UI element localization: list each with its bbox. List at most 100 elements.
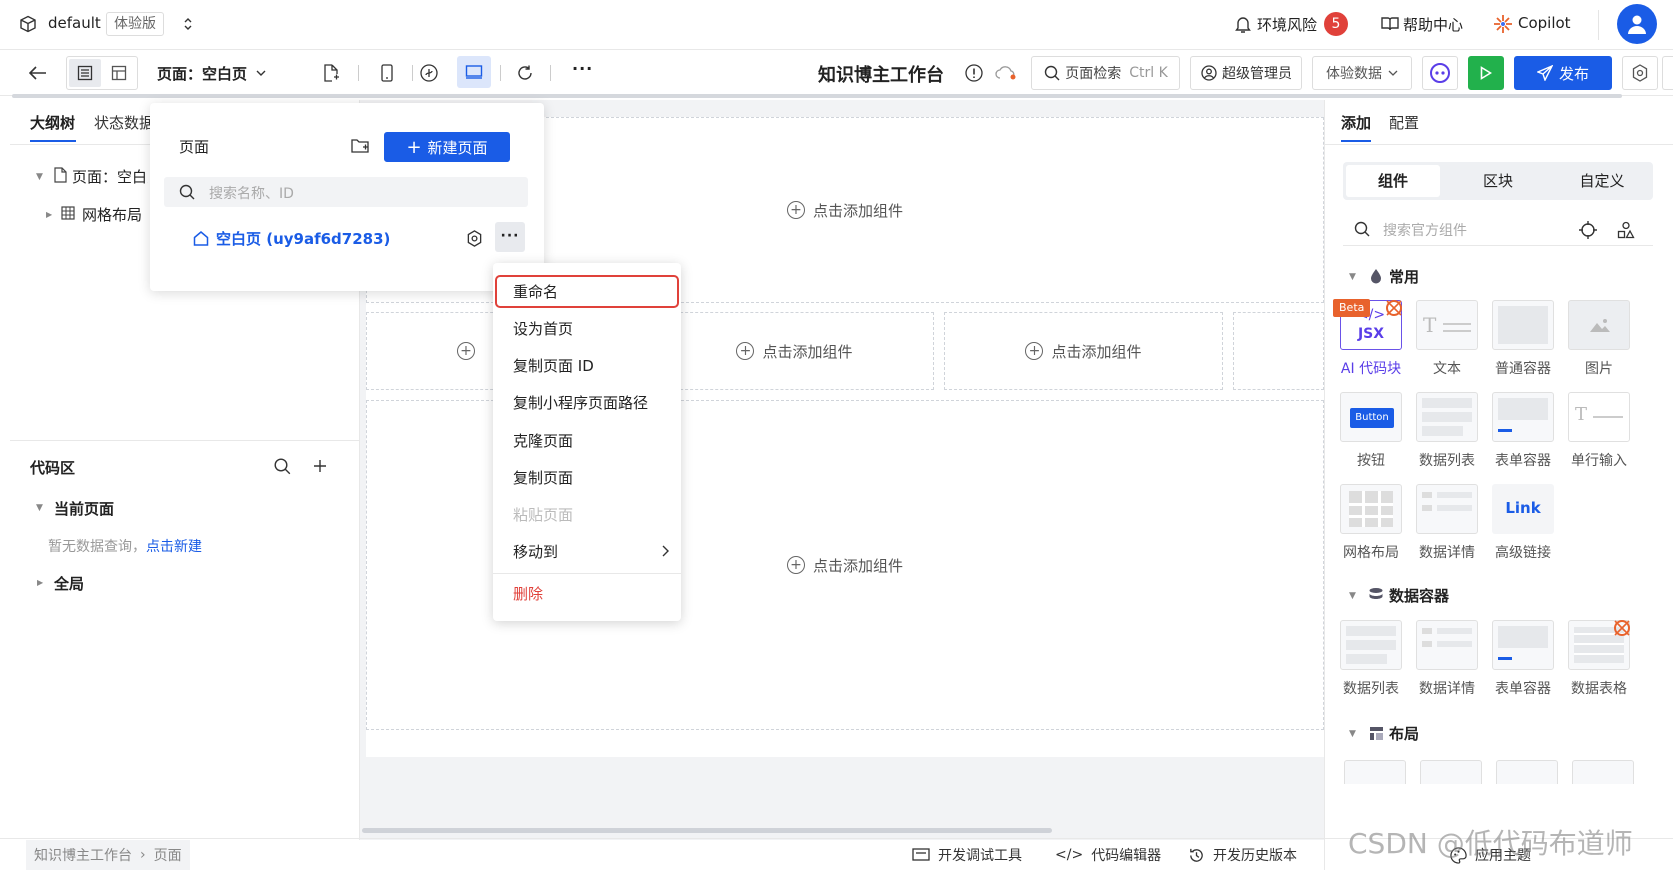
help-center-link[interactable]: 帮助中心	[1403, 14, 1463, 35]
caret-right-icon[interactable]: ▶	[46, 210, 52, 219]
settings-button[interactable]	[1622, 56, 1658, 90]
component-grid-layout[interactable]: 网格布局	[1339, 484, 1403, 562]
code-editor-button[interactable]: </> 代码编辑器	[1055, 840, 1161, 870]
copilot-link[interactable]: Copilot	[1518, 14, 1571, 32]
overflow-button[interactable]	[1662, 56, 1673, 90]
tab-outline-tree[interactable]: 大纲树	[30, 112, 75, 133]
component-data-list[interactable]: 数据列表	[1339, 620, 1403, 698]
app-name[interactable]: default	[48, 14, 101, 32]
segment-components[interactable]: 组件	[1346, 165, 1440, 197]
new-page-button[interactable]: + 新建页面	[384, 132, 510, 162]
component-container[interactable]: 普通容器	[1491, 300, 1555, 378]
menu-copy-miniprogram-path[interactable]: 复制小程序页面路径	[493, 384, 681, 420]
back-arrow-icon[interactable]	[26, 62, 50, 84]
add-icon[interactable]	[310, 456, 330, 476]
component-data-detail[interactable]: 数据详情	[1415, 484, 1479, 562]
breadcrumb-app[interactable]: 知识博主工作台	[34, 845, 132, 865]
info-icon[interactable]	[964, 63, 984, 83]
user-avatar[interactable]	[1617, 4, 1657, 44]
menu-delete[interactable]: 删除	[493, 575, 681, 611]
layout-preview[interactable]	[1344, 760, 1406, 784]
menu-rename[interactable]: 重命名	[493, 273, 681, 309]
component-search-input[interactable]: 搜索官方组件	[1343, 212, 1653, 246]
page-search-input[interactable]: 搜索名称、ID	[164, 177, 528, 207]
component-form-container[interactable]: 表单容器	[1491, 392, 1555, 470]
component-text[interactable]: T 文本	[1415, 300, 1479, 378]
admin-role-button[interactable]: 超级管理员	[1190, 56, 1302, 90]
page-more-button[interactable]: ···	[495, 222, 525, 252]
ai-assistant-button[interactable]	[1422, 56, 1458, 90]
component-label: 高级链接	[1495, 545, 1551, 561]
tab-add[interactable]: 添加	[1341, 112, 1371, 133]
menu-clone-page[interactable]: 克隆页面	[493, 422, 681, 458]
caret-right-icon[interactable]: ▶	[37, 578, 43, 587]
divider	[1324, 840, 1325, 870]
menu-paste-page[interactable]: 粘贴页面	[493, 496, 681, 532]
breadcrumb-page[interactable]: 页面	[154, 845, 182, 865]
component-data-detail[interactable]: 数据详情	[1415, 620, 1479, 698]
grid-icon	[60, 204, 76, 222]
caret-down-icon[interactable]: ▼	[1349, 591, 1356, 601]
caret-down-icon[interactable]: ▼	[36, 503, 43, 513]
menu-copy-page[interactable]: 复制页面	[493, 459, 681, 495]
canvas-scrollbar[interactable]	[362, 828, 1052, 833]
refresh-icon[interactable]	[514, 62, 536, 84]
plus-circle-icon: +	[1025, 342, 1044, 360]
mobile-view-icon[interactable]	[376, 62, 398, 84]
detail-preview	[1416, 484, 1478, 534]
bell-icon[interactable]	[1233, 13, 1253, 35]
component-data-list[interactable]: 数据列表	[1415, 392, 1479, 470]
segment-custom[interactable]: 自定义	[1555, 165, 1649, 197]
menu-move-to[interactable]: 移动到	[493, 533, 681, 569]
tab-config[interactable]: 配置	[1389, 112, 1419, 133]
component-text-input[interactable]: T 单行输入	[1567, 392, 1631, 470]
switch-app-icon[interactable]	[180, 14, 196, 34]
new-file-icon[interactable]	[320, 62, 342, 84]
layout-view-icon[interactable]	[103, 59, 135, 87]
menu-copy-page-id[interactable]: 复制页面 ID	[493, 347, 681, 383]
dev-tools-button[interactable]: 开发调试工具	[912, 840, 1022, 870]
more-options-button[interactable]: ···	[572, 59, 593, 78]
env-risk-label[interactable]: 环境风险	[1257, 14, 1317, 35]
caret-down-icon[interactable]: ▼	[1349, 729, 1356, 739]
data-mode-select[interactable]: 体验数据	[1312, 56, 1412, 90]
grid-cell-3[interactable]: + 点击添加组件	[944, 312, 1223, 390]
component-image[interactable]: 图片	[1567, 300, 1631, 378]
tree-node-grid-layout[interactable]: 网格布局	[82, 204, 142, 225]
create-query-link[interactable]: 点击新建	[146, 536, 202, 556]
grid-cell-4[interactable]	[1233, 312, 1324, 390]
page-search-button[interactable]: 页面检索 Ctrl K	[1031, 56, 1180, 90]
preview-run-button[interactable]	[1468, 56, 1504, 90]
current-page-label[interactable]: 当前页面	[54, 498, 114, 519]
miniprogram-view-icon[interactable]	[418, 62, 440, 84]
layout-preview[interactable]	[1496, 760, 1558, 784]
chevron-down-icon[interactable]	[254, 65, 268, 81]
layout-preview[interactable]	[1420, 760, 1482, 784]
caret-down-icon[interactable]: ▼	[1349, 272, 1356, 282]
shapes-icon[interactable]	[1615, 219, 1637, 241]
outline-view-icon[interactable]	[69, 59, 101, 87]
component-advanced-link[interactable]: Link 高级链接	[1491, 484, 1555, 562]
global-label[interactable]: 全局	[54, 573, 84, 594]
search-icon[interactable]	[272, 456, 292, 476]
menu-set-homepage[interactable]: 设为首页	[493, 310, 681, 346]
component-button[interactable]: Button 按钮	[1339, 392, 1403, 470]
publish-button[interactable]: 发布	[1514, 56, 1612, 90]
page-settings-icon[interactable]	[464, 228, 484, 248]
desktop-view-icon[interactable]	[457, 56, 491, 88]
component-form-container[interactable]: 表单容器	[1491, 620, 1555, 698]
tab-state-data[interactable]: 状态数据	[94, 112, 154, 133]
horizontal-scrollbar[interactable]	[12, 94, 1622, 98]
locate-icon[interactable]	[1577, 219, 1599, 241]
page-item-blank[interactable]: 空白页 (uy9af6d7283)	[216, 228, 390, 249]
grid-cell-2[interactable]: + 点击添加组件	[655, 312, 934, 390]
component-label: 表单容器	[1495, 681, 1551, 697]
page-selector[interactable]: 页面：空白页	[157, 63, 247, 84]
new-folder-icon[interactable]	[349, 136, 371, 156]
caret-down-icon[interactable]: ▼	[36, 172, 43, 182]
search-icon	[1043, 64, 1061, 82]
segment-blocks[interactable]: 区块	[1451, 165, 1545, 197]
tree-node-page[interactable]: 页面：空白页	[72, 166, 148, 187]
layout-preview[interactable]	[1572, 760, 1634, 784]
history-button[interactable]: 开发历史版本	[1188, 840, 1297, 870]
